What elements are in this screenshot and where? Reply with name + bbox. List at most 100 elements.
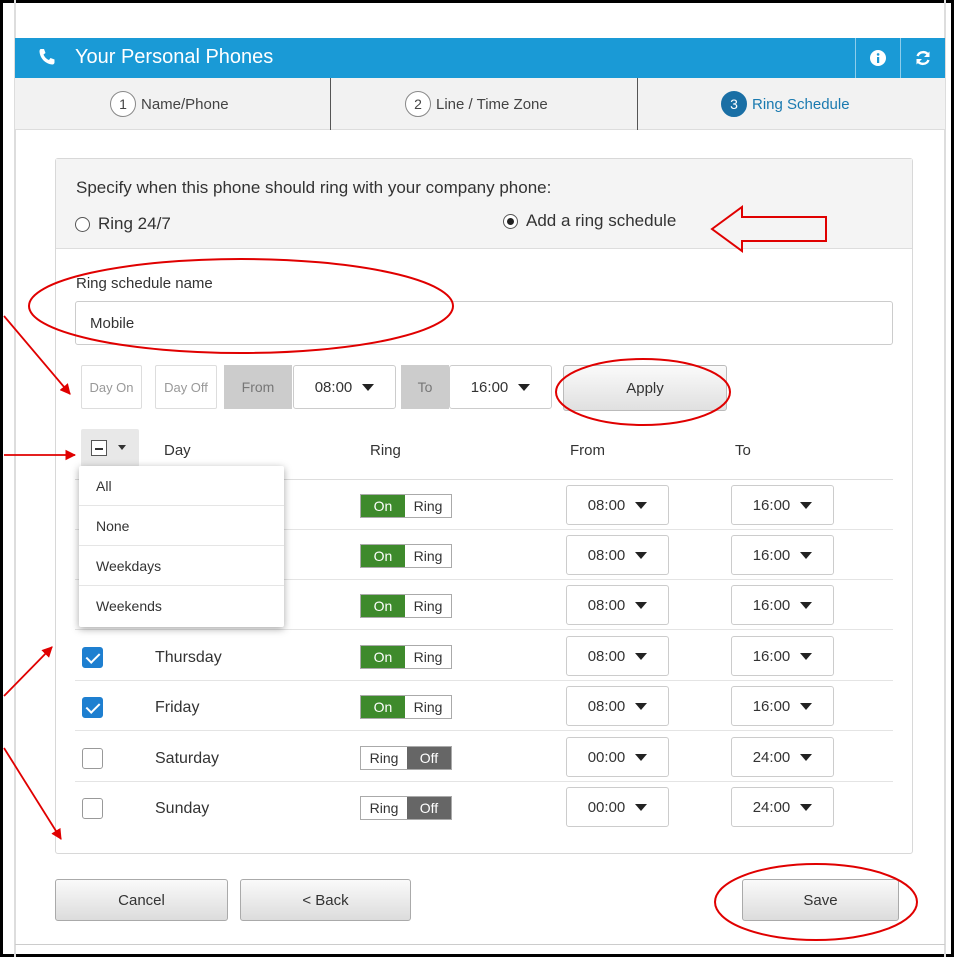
menu-item-weekends[interactable]: Weekends xyxy=(79,586,284,626)
row-to-value: 16:00 xyxy=(752,496,791,514)
row-from-value: 08:00 xyxy=(587,596,626,614)
ring-toggle[interactable]: On Ring xyxy=(360,695,452,719)
row-from-select[interactable]: 08:00 xyxy=(566,636,669,676)
row-to-select[interactable]: 16:00 xyxy=(731,535,834,575)
day-checkbox[interactable] xyxy=(82,798,103,819)
info-icon xyxy=(870,50,886,66)
ring-toggle[interactable]: Ring Off xyxy=(360,746,452,770)
radio-dot-selected xyxy=(503,213,518,229)
day-checkbox[interactable] xyxy=(82,748,103,769)
step-number: 3 xyxy=(721,91,747,117)
caret-down-icon xyxy=(800,501,813,509)
row-from-value: 00:00 xyxy=(587,798,626,816)
row-from-select[interactable]: 08:00 xyxy=(566,585,669,625)
toggle-ring-label: Ring xyxy=(361,747,407,769)
row-from-select[interactable]: 08:00 xyxy=(566,535,669,575)
phone-icon xyxy=(39,49,55,65)
day-label: Friday xyxy=(155,699,200,716)
ring-prompt: Specify when this phone should ring with… xyxy=(76,178,552,197)
radio-label: Add a ring schedule xyxy=(526,211,677,230)
row-to-value: 24:00 xyxy=(752,748,791,766)
step-number: 2 xyxy=(405,91,431,117)
ring-toggle[interactable]: On Ring xyxy=(360,494,452,518)
toggle-ring-label: Ring xyxy=(405,495,451,517)
row-from-value: 08:00 xyxy=(587,496,626,514)
menu-item-all[interactable]: All xyxy=(79,466,284,506)
column-header-day: Day xyxy=(164,442,191,459)
toggle-on-label: On xyxy=(361,545,405,567)
day-on-button[interactable]: Day On xyxy=(81,365,142,409)
select-days-button[interactable] xyxy=(81,429,139,467)
row-from-select[interactable]: 00:00 xyxy=(566,787,669,827)
step-name-phone[interactable]: 1 Name/Phone xyxy=(110,78,229,130)
caret-down-icon xyxy=(518,383,531,391)
row-to-value: 16:00 xyxy=(752,546,791,564)
ring-toggle[interactable]: On Ring xyxy=(360,594,452,618)
row-from-select[interactable]: 00:00 xyxy=(566,737,669,777)
ring-toggle[interactable]: Ring Off xyxy=(360,796,452,820)
apply-button[interactable]: Apply xyxy=(563,365,727,411)
toggle-ring-label: Ring xyxy=(405,595,451,617)
save-button[interactable]: Save xyxy=(742,879,899,921)
step-label: Name/Phone xyxy=(141,95,229,113)
step-label: Ring Schedule xyxy=(752,95,850,113)
menu-item-weekdays[interactable]: Weekdays xyxy=(79,546,284,586)
menu-item-none[interactable]: None xyxy=(79,506,284,546)
column-header-ring: Ring xyxy=(370,442,401,459)
row-to-select[interactable]: 16:00 xyxy=(731,485,834,525)
step-line-time-zone[interactable]: 2 Line / Time Zone xyxy=(405,78,548,130)
ring-toggle[interactable]: On Ring xyxy=(360,544,452,568)
toggle-ring-label: Ring xyxy=(405,545,451,567)
day-checkbox[interactable] xyxy=(82,647,103,668)
row-to-select[interactable]: 16:00 xyxy=(731,636,834,676)
row-to-select[interactable]: 16:00 xyxy=(731,686,834,726)
schedule-name-input[interactable] xyxy=(75,301,893,345)
radio-dot xyxy=(75,216,90,232)
refresh-button[interactable] xyxy=(900,38,945,78)
toggle-on-label: On xyxy=(361,595,405,617)
step-divider xyxy=(637,78,638,130)
ring-24-7-radio[interactable]: Ring 24/7 xyxy=(75,214,171,234)
ring-options-section: Specify when this phone should ring with… xyxy=(56,159,912,249)
from-time-select[interactable]: 08:00 xyxy=(293,365,396,409)
step-ring-schedule[interactable]: 3 Ring Schedule xyxy=(721,78,850,130)
day-off-button[interactable]: Day Off xyxy=(155,365,217,409)
refresh-icon xyxy=(916,50,930,66)
row-divider xyxy=(75,781,893,782)
from-time-value: 08:00 xyxy=(314,378,353,396)
row-to-value: 16:00 xyxy=(752,596,791,614)
caret-down-icon xyxy=(635,803,648,811)
to-time-select[interactable]: 16:00 xyxy=(449,365,552,409)
caret-down-icon xyxy=(800,702,813,710)
row-to-value: 16:00 xyxy=(752,647,791,665)
column-header-to: To xyxy=(735,442,751,459)
toggle-ring-label: Ring xyxy=(405,696,451,718)
row-divider xyxy=(75,680,893,681)
caret-down-icon xyxy=(800,753,813,761)
toggle-ring-label: Ring xyxy=(361,797,407,819)
day-checkbox[interactable] xyxy=(82,697,103,718)
row-to-select[interactable]: 24:00 xyxy=(731,787,834,827)
row-to-select[interactable]: 16:00 xyxy=(731,585,834,625)
row-divider xyxy=(75,730,893,731)
caret-down-icon xyxy=(800,551,813,559)
partial-checkbox-icon xyxy=(91,440,107,456)
cancel-button[interactable]: Cancel xyxy=(55,879,228,921)
back-button[interactable]: < Back xyxy=(240,879,411,921)
day-label: Thursday xyxy=(155,649,222,666)
row-to-select[interactable]: 24:00 xyxy=(731,737,834,777)
row-to-value: 24:00 xyxy=(752,798,791,816)
ring-toggle[interactable]: On Ring xyxy=(360,645,452,669)
row-from-select[interactable]: 08:00 xyxy=(566,485,669,525)
step-number: 1 xyxy=(110,91,136,117)
day-label: Saturday xyxy=(155,750,220,767)
toggle-on-label: On xyxy=(361,646,405,668)
ring-schedule-radio[interactable]: Add a ring schedule xyxy=(503,211,676,231)
toggle-ring-label: Ring xyxy=(405,646,451,668)
info-button[interactable] xyxy=(855,38,900,78)
row-from-select[interactable]: 08:00 xyxy=(566,686,669,726)
toggle-on-label: On xyxy=(361,696,405,718)
to-time-value: 16:00 xyxy=(470,378,509,396)
radio-label: Ring 24/7 xyxy=(98,214,171,233)
dialog-header: Your Personal Phones xyxy=(15,38,945,78)
